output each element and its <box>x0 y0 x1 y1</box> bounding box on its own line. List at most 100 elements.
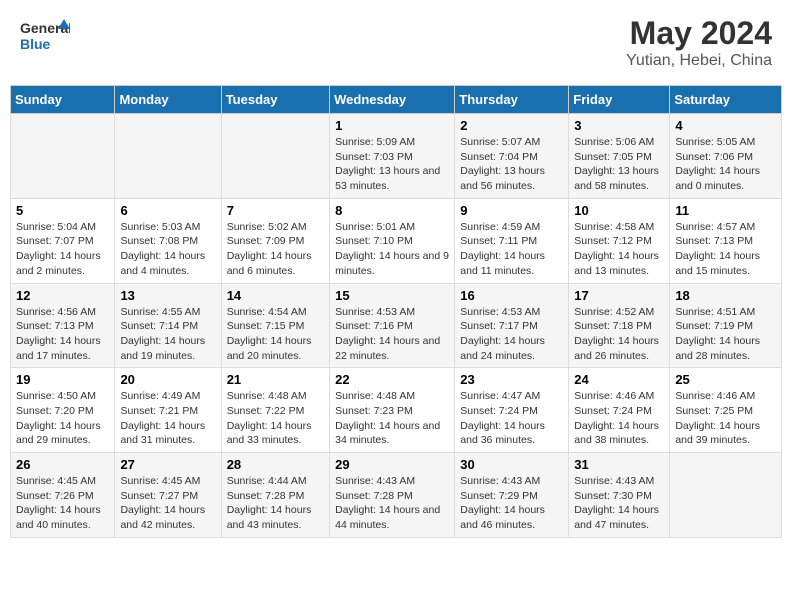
calendar-cell: 28 Sunrise: 4:44 AM Sunset: 7:28 PM Dayli… <box>221 453 329 538</box>
day-number: 25 <box>675 372 776 387</box>
day-info: Sunrise: 5:01 AM Sunset: 7:10 PM Dayligh… <box>335 220 449 279</box>
calendar-cell: 3Sunrise: 5:06 AM Sunset: 7:05 PM Daylig… <box>569 114 670 199</box>
day-number: 16 <box>460 288 563 303</box>
calendar-cell: 8 Sunrise: 5:01 AM Sunset: 7:10 PM Daylig… <box>330 198 455 283</box>
calendar-cell: 17Sunrise: 4:52 AM Sunset: 7:18 PM Dayli… <box>569 283 670 368</box>
day-number: 1 <box>335 118 449 133</box>
calendar-week-row: 5Sunrise: 5:04 AM Sunset: 7:07 PM Daylig… <box>11 198 782 283</box>
calendar-cell: 5Sunrise: 5:04 AM Sunset: 7:07 PM Daylig… <box>11 198 115 283</box>
calendar-cell: 19 Sunrise: 4:50 AM Sunset: 7:20 PM Dayli… <box>11 368 115 453</box>
day-info: Sunrise: 5:03 AM Sunset: 7:08 PM Dayligh… <box>120 220 215 279</box>
day-number: 21 <box>227 372 324 387</box>
svg-text:Blue: Blue <box>20 36 51 52</box>
weekday-header-wednesday: Wednesday <box>330 86 455 114</box>
day-info: Sunrise: 4:58 AM Sunset: 7:12 PM Dayligh… <box>574 220 664 279</box>
day-info: Sunrise: 4:48 AM Sunset: 7:22 PM Dayligh… <box>227 389 324 448</box>
calendar-cell: 31 Sunrise: 4:43 AM Sunset: 7:30 PM Dayli… <box>569 453 670 538</box>
location-subtitle: Yutian, Hebei, China <box>626 52 772 70</box>
calendar-cell: 16 Sunrise: 4:53 AM Sunset: 7:17 PM Dayli… <box>455 283 569 368</box>
day-number: 28 <box>227 457 324 472</box>
page-header: General Blue May 2024 Yutian, Hebei, Chi… <box>10 10 782 75</box>
calendar-cell: 12Sunrise: 4:56 AM Sunset: 7:13 PM Dayli… <box>11 283 115 368</box>
month-year-title: May 2024 <box>626 15 772 52</box>
day-info: Sunrise: 5:07 AM Sunset: 7:04 PM Dayligh… <box>460 135 563 194</box>
day-number: 8 <box>335 203 449 218</box>
day-number: 20 <box>120 372 215 387</box>
day-number: 11 <box>675 203 776 218</box>
day-info: Sunrise: 4:44 AM Sunset: 7:28 PM Dayligh… <box>227 474 324 533</box>
day-info: Sunrise: 4:43 AM Sunset: 7:28 PM Dayligh… <box>335 474 449 533</box>
day-info: Sunrise: 4:49 AM Sunset: 7:21 PM Dayligh… <box>120 389 215 448</box>
day-number: 3 <box>574 118 664 133</box>
day-info: Sunrise: 4:47 AM Sunset: 7:24 PM Dayligh… <box>460 389 563 448</box>
title-block: May 2024 Yutian, Hebei, China <box>626 15 772 70</box>
calendar-cell: 14 Sunrise: 4:54 AM Sunset: 7:15 PM Dayli… <box>221 283 329 368</box>
calendar-cell: 21 Sunrise: 4:48 AM Sunset: 7:22 PM Dayli… <box>221 368 329 453</box>
day-number: 19 <box>16 372 109 387</box>
day-number: 4 <box>675 118 776 133</box>
logo: General Blue <box>20 15 70 57</box>
day-info: Sunrise: 4:46 AM Sunset: 7:25 PM Dayligh… <box>675 389 776 448</box>
calendar-week-row: 1Sunrise: 5:09 AM Sunset: 7:03 PM Daylig… <box>11 114 782 199</box>
calendar-week-row: 12Sunrise: 4:56 AM Sunset: 7:13 PM Dayli… <box>11 283 782 368</box>
calendar-cell: 10 Sunrise: 4:58 AM Sunset: 7:12 PM Dayli… <box>569 198 670 283</box>
calendar-cell: 9 Sunrise: 4:59 AM Sunset: 7:11 PM Daylig… <box>455 198 569 283</box>
day-info: Sunrise: 4:45 AM Sunset: 7:26 PM Dayligh… <box>16 474 109 533</box>
weekday-header-tuesday: Tuesday <box>221 86 329 114</box>
calendar-cell: 26 Sunrise: 4:45 AM Sunset: 7:26 PM Dayli… <box>11 453 115 538</box>
day-number: 6 <box>120 203 215 218</box>
day-number: 22 <box>335 372 449 387</box>
day-info: Sunrise: 4:59 AM Sunset: 7:11 PM Dayligh… <box>460 220 563 279</box>
day-number: 30 <box>460 457 563 472</box>
calendar-cell: 1Sunrise: 5:09 AM Sunset: 7:03 PM Daylig… <box>330 114 455 199</box>
day-info: Sunrise: 4:43 AM Sunset: 7:30 PM Dayligh… <box>574 474 664 533</box>
day-info: Sunrise: 5:02 AM Sunset: 7:09 PM Dayligh… <box>227 220 324 279</box>
weekday-header-thursday: Thursday <box>455 86 569 114</box>
day-number: 15 <box>335 288 449 303</box>
day-info: Sunrise: 4:54 AM Sunset: 7:15 PM Dayligh… <box>227 305 324 364</box>
day-info: Sunrise: 4:50 AM Sunset: 7:20 PM Dayligh… <box>16 389 109 448</box>
weekday-header-row: SundayMondayTuesdayWednesdayThursdayFrid… <box>11 86 782 114</box>
calendar-cell: 18 Sunrise: 4:51 AM Sunset: 7:19 PM Dayli… <box>670 283 782 368</box>
calendar-cell <box>670 453 782 538</box>
calendar-cell: 4 Sunrise: 5:05 AM Sunset: 7:06 PM Daylig… <box>670 114 782 199</box>
day-info: Sunrise: 4:45 AM Sunset: 7:27 PM Dayligh… <box>120 474 215 533</box>
day-number: 27 <box>120 457 215 472</box>
weekday-header-sunday: Sunday <box>11 86 115 114</box>
day-number: 31 <box>574 457 664 472</box>
day-number: 18 <box>675 288 776 303</box>
day-info: Sunrise: 4:48 AM Sunset: 7:23 PM Dayligh… <box>335 389 449 448</box>
day-number: 23 <box>460 372 563 387</box>
calendar-cell: 2 Sunrise: 5:07 AM Sunset: 7:04 PM Daylig… <box>455 114 569 199</box>
weekday-header-monday: Monday <box>115 86 221 114</box>
day-info: Sunrise: 5:04 AM Sunset: 7:07 PM Dayligh… <box>16 220 109 279</box>
calendar-cell: 29 Sunrise: 4:43 AM Sunset: 7:28 PM Dayli… <box>330 453 455 538</box>
day-info: Sunrise: 4:53 AM Sunset: 7:16 PM Dayligh… <box>335 305 449 364</box>
calendar-cell: 25 Sunrise: 4:46 AM Sunset: 7:25 PM Dayli… <box>670 368 782 453</box>
calendar-cell: 7 Sunrise: 5:02 AM Sunset: 7:09 PM Daylig… <box>221 198 329 283</box>
calendar-cell: 23 Sunrise: 4:47 AM Sunset: 7:24 PM Dayli… <box>455 368 569 453</box>
calendar-cell <box>115 114 221 199</box>
day-info: Sunrise: 4:53 AM Sunset: 7:17 PM Dayligh… <box>460 305 563 364</box>
calendar-cell: 24Sunrise: 4:46 AM Sunset: 7:24 PM Dayli… <box>569 368 670 453</box>
calendar-cell <box>11 114 115 199</box>
day-info: Sunrise: 4:43 AM Sunset: 7:29 PM Dayligh… <box>460 474 563 533</box>
day-number: 26 <box>16 457 109 472</box>
day-number: 13 <box>120 288 215 303</box>
weekday-header-saturday: Saturday <box>670 86 782 114</box>
day-info: Sunrise: 4:55 AM Sunset: 7:14 PM Dayligh… <box>120 305 215 364</box>
day-info: Sunrise: 4:51 AM Sunset: 7:19 PM Dayligh… <box>675 305 776 364</box>
day-number: 7 <box>227 203 324 218</box>
day-number: 29 <box>335 457 449 472</box>
day-info: Sunrise: 5:05 AM Sunset: 7:06 PM Dayligh… <box>675 135 776 194</box>
calendar-week-row: 19 Sunrise: 4:50 AM Sunset: 7:20 PM Dayli… <box>11 368 782 453</box>
day-number: 24 <box>574 372 664 387</box>
day-info: Sunrise: 4:52 AM Sunset: 7:18 PM Dayligh… <box>574 305 664 364</box>
day-number: 2 <box>460 118 563 133</box>
day-info: Sunrise: 4:57 AM Sunset: 7:13 PM Dayligh… <box>675 220 776 279</box>
day-number: 10 <box>574 203 664 218</box>
day-number: 9 <box>460 203 563 218</box>
day-number: 14 <box>227 288 324 303</box>
calendar-cell: 30 Sunrise: 4:43 AM Sunset: 7:29 PM Dayli… <box>455 453 569 538</box>
calendar-cell: 13 Sunrise: 4:55 AM Sunset: 7:14 PM Dayli… <box>115 283 221 368</box>
